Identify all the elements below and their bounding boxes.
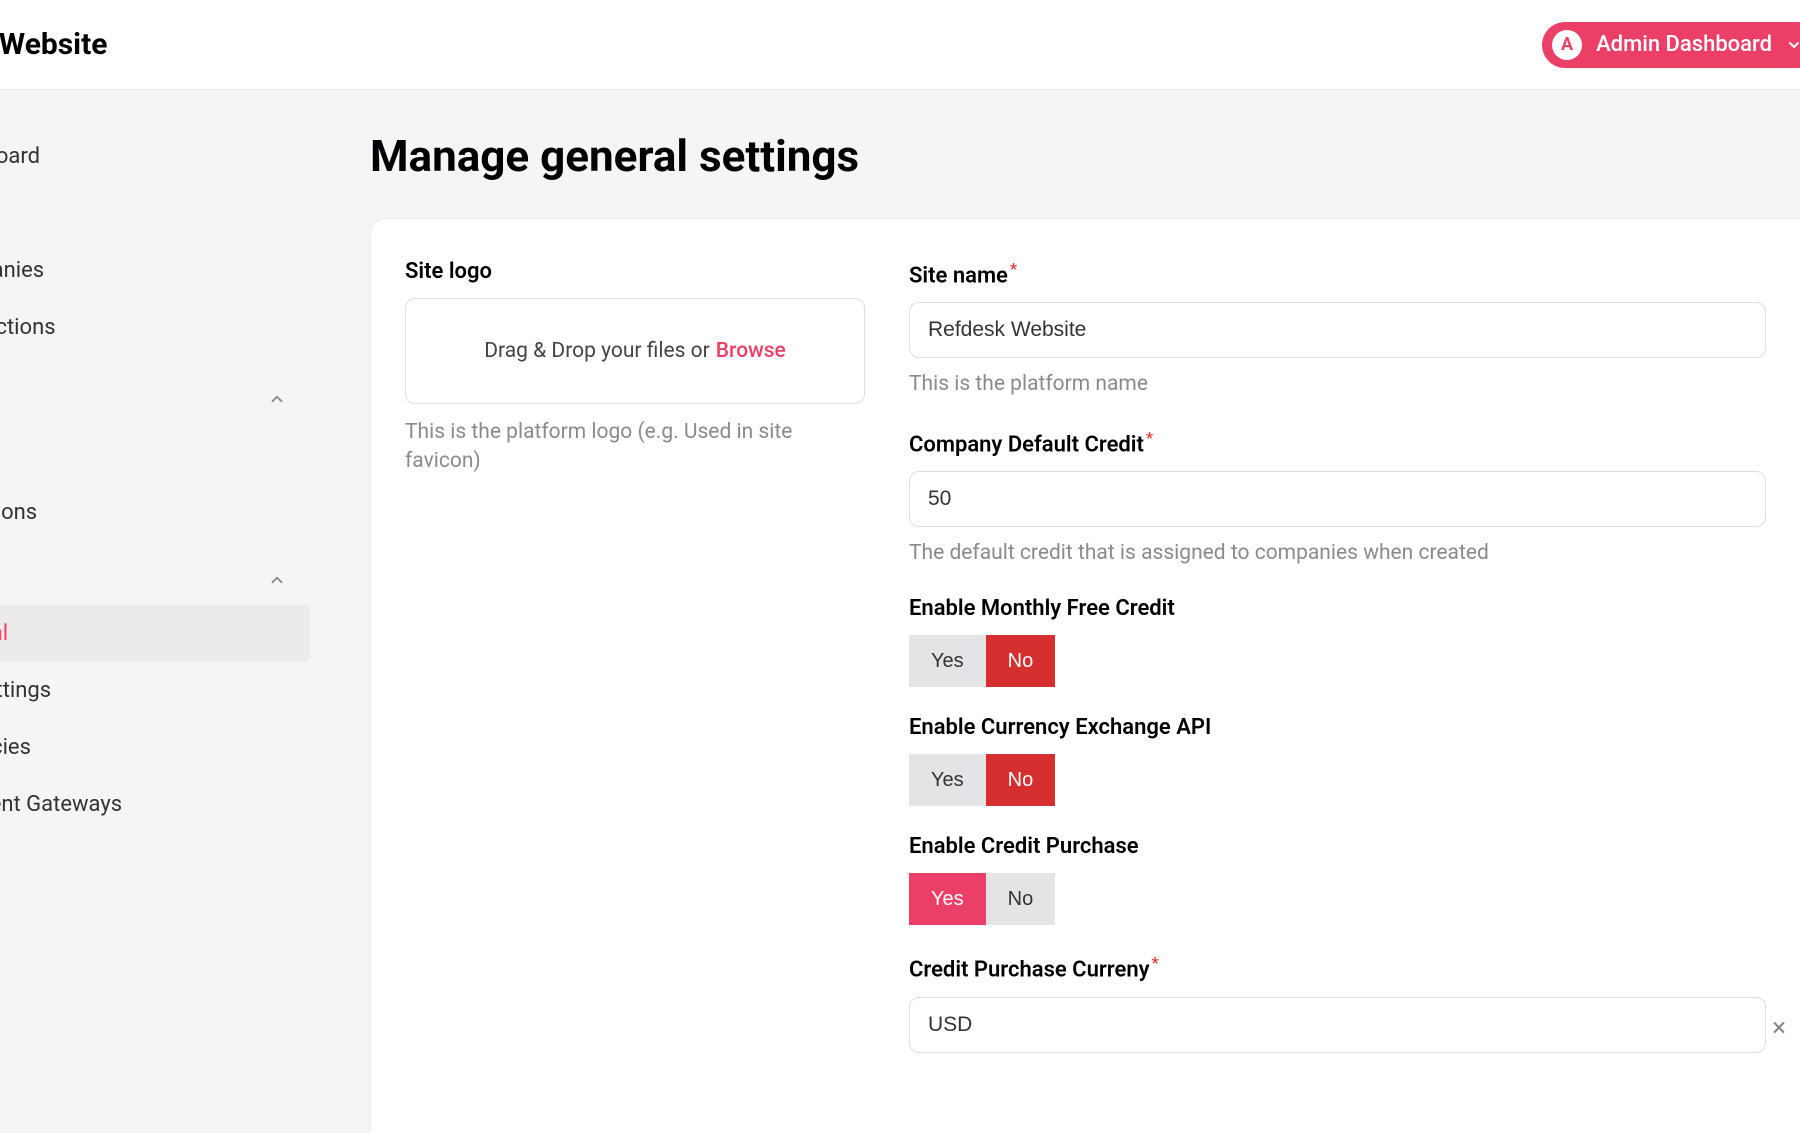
monthly-free-label: Enable Monthly Free Credit (909, 596, 1766, 621)
currency-api-label: Enable Currency Exchange API (909, 715, 1766, 740)
sidebar-item-payment-gateways[interactable]: yment Gateways (0, 776, 310, 833)
default-credit-help: The default credit that is assigned to c… (909, 539, 1766, 568)
default-credit-label: Company Default Credit (909, 428, 1766, 457)
admin-dashboard-dropdown[interactable]: A Admin Dashboard (1542, 22, 1800, 68)
sidebar-item-transactions[interactable]: nsactions (0, 299, 310, 356)
logo-dropzone[interactable]: Drag & Drop your files or Browse (405, 298, 865, 404)
default-credit-input[interactable] (909, 471, 1766, 527)
sidebar-item-users[interactable]: rs (0, 185, 310, 242)
sidebar-item-label: lections (0, 500, 37, 525)
monthly-free-no[interactable]: No (986, 635, 1056, 687)
chevron-up-icon (268, 390, 286, 408)
sidebar-item-collections[interactable]: lections (0, 484, 310, 541)
monthly-free-yes[interactable]: Yes (909, 635, 986, 687)
credit-purchase-no[interactable]: No (986, 873, 1056, 925)
sidebar-item-label: rencies (0, 735, 31, 760)
main-content: Manage general settings Site logo Drag &… (310, 90, 1800, 1133)
sidebar-item-label: mpanies (0, 258, 44, 283)
currency-api-no[interactable]: No (986, 754, 1056, 806)
credit-purchase-yes[interactable]: Yes (909, 873, 986, 925)
sidebar-item-label: neral (0, 621, 8, 646)
chevron-down-icon (1786, 37, 1800, 53)
logo-help-text: This is the platform logo (e.g. Used in … (405, 418, 865, 477)
admin-avatar: A (1552, 30, 1582, 60)
sidebar-item-ms[interactable]: ms (0, 427, 310, 484)
sidebar-item-label: shboard (0, 144, 40, 169)
sidebar: shboard rs mpanies nsactions es ms lecti… (0, 90, 310, 1133)
sidebar-item-collapse-2[interactable] (0, 555, 310, 605)
settings-card: Site logo Drag & Drop your files or Brow… (370, 218, 1800, 1133)
credit-purchase-label: Enable Credit Purchase (909, 834, 1766, 859)
close-icon[interactable]: × (1772, 1013, 1786, 1043)
site-name-input[interactable] (909, 302, 1766, 358)
currency-api-yes[interactable]: Yes (909, 754, 986, 806)
header: sk Website A Admin Dashboard (0, 0, 1800, 90)
chevron-up-icon (268, 571, 286, 589)
site-name-help: This is the platform name (909, 370, 1766, 399)
site-title: sk Website (0, 27, 107, 62)
site-name-label: Site name (909, 259, 1766, 288)
sidebar-item-general[interactable]: neral (0, 605, 310, 662)
sidebar-item-collapse-1[interactable]: es (0, 370, 310, 427)
purchase-currency-label: Credit Purchase Curreny (909, 953, 1766, 982)
sidebar-item-currencies[interactable]: rencies (0, 719, 310, 776)
site-logo-label: Site logo (405, 259, 865, 284)
sidebar-item-label: yment Gateways (0, 792, 122, 817)
sidebar-item-companies[interactable]: mpanies (0, 242, 310, 299)
page-title: Manage general settings (370, 130, 1800, 182)
browse-link[interactable]: Browse (716, 339, 786, 363)
admin-label: Admin Dashboard (1596, 32, 1772, 57)
sidebar-item-dashboard[interactable]: shboard (0, 128, 310, 185)
sidebar-item-settings[interactable]: l Settings (0, 662, 310, 719)
dropzone-text: Drag & Drop your files or (484, 339, 710, 363)
purchase-currency-select[interactable] (909, 997, 1766, 1053)
sidebar-item-label: nsactions (0, 315, 56, 340)
sidebar-item-label: l Settings (0, 678, 51, 703)
